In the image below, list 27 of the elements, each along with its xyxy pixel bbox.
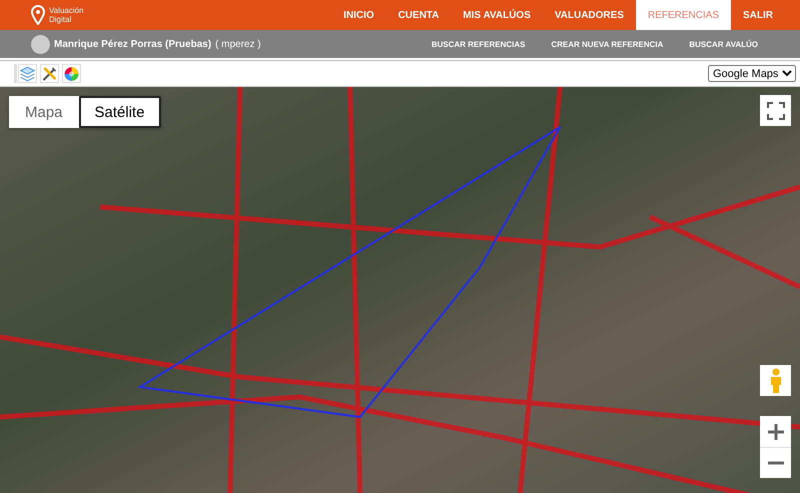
username: ( mperez ) (215, 38, 261, 50)
fullscreen-button[interactable] (760, 95, 791, 126)
nav-link[interactable]: INICIO (332, 0, 386, 30)
subnav-link[interactable]: CREAR NUEVA REFERENCIA (551, 40, 664, 48)
nav-link[interactable]: SALIR (731, 0, 785, 30)
minus-icon (766, 461, 784, 465)
avatar (31, 34, 50, 54)
brand-name: Valuación Digital (49, 6, 85, 24)
map-type-tab[interactable]: Satélite (78, 96, 161, 128)
tools-icon (41, 64, 58, 82)
nav-link[interactable]: REFERENCIAS (636, 0, 731, 30)
map-type-tab[interactable]: Mapa (9, 96, 79, 128)
layers-icon (19, 64, 36, 82)
subnav-link[interactable]: BUSCAR REFERENCIAS (431, 40, 526, 48)
subnav-link[interactable]: BUSCAR AVALÚO (689, 40, 758, 48)
nav-link[interactable]: MIS AVALÚOS (451, 0, 543, 30)
plus-icon (766, 422, 784, 440)
user-name: Manrique Pérez Porras (Pruebas) (54, 38, 212, 50)
map-provider-select[interactable]: Google Maps (708, 65, 796, 82)
color-wheel-icon (63, 64, 80, 82)
tool-button[interactable] (40, 64, 59, 83)
location-pin-icon (31, 5, 45, 25)
fullscreen-icon (766, 102, 784, 120)
tool-button[interactable] (18, 64, 37, 83)
tool-button[interactable] (62, 64, 81, 83)
nav-link[interactable]: VALUADORES (542, 0, 636, 30)
nav-link[interactable]: CUENTA (386, 0, 452, 30)
